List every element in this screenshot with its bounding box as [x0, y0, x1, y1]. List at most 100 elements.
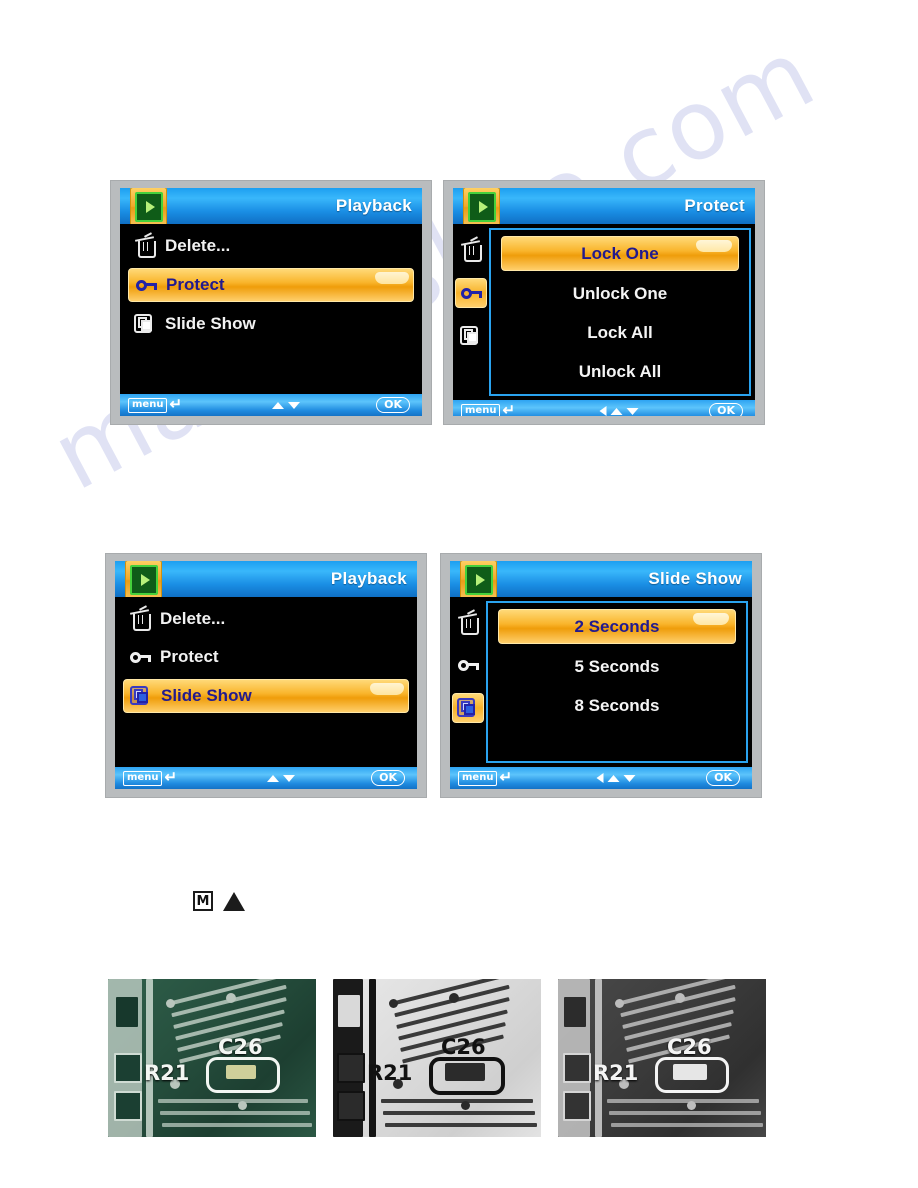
menu-list: Delete... Protect Slide Show — [120, 224, 422, 340]
option-label: Lock One — [581, 243, 659, 263]
mode-button-icon: M — [193, 891, 213, 911]
lcd-screen-playback-protect: Playback Delete... Protect Slide Show me… — [110, 180, 432, 425]
option-list: 2 Seconds 5 Seconds 8 Seconds — [486, 601, 748, 763]
bottom-nav-bar: menu ↵ OK — [115, 767, 417, 789]
bottom-nav-bar: menu ↵ OK — [120, 394, 422, 416]
return-arrow-icon: ↵ — [164, 769, 178, 786]
capacitor-body — [226, 1065, 256, 1079]
option-lock-all[interactable]: Lock All — [501, 316, 739, 349]
menu-body: Lock One Unlock One Lock All Unlock All — [453, 224, 755, 400]
sidebar-item-slide-show[interactable] — [452, 693, 484, 723]
option-2-seconds[interactable]: 2 Seconds — [498, 609, 736, 644]
page-title: Playback — [330, 569, 407, 588]
capacitor-body — [673, 1064, 707, 1080]
ok-button[interactable]: OK — [706, 770, 740, 786]
down-arrow-icon[interactable] — [288, 401, 301, 409]
slideshow-icon — [134, 312, 156, 336]
sidebar-item-delete[interactable] — [453, 609, 483, 637]
menu-body: Delete... Protect Slide Show — [115, 597, 417, 767]
menu-item-label: Protect — [160, 647, 219, 666]
sidebar-item-slide-show[interactable] — [456, 322, 486, 350]
capacitor-body — [445, 1063, 485, 1081]
ok-button[interactable]: OK — [376, 397, 410, 413]
down-arrow-icon[interactable] — [626, 407, 639, 415]
slideshow-icon — [130, 684, 152, 708]
menu-button[interactable]: menu — [458, 770, 498, 786]
dpad-hint — [596, 773, 636, 783]
lcd-screen-playback-slideshow: Playback Delete... Protect Slide Show me… — [105, 553, 427, 798]
menu-button[interactable]: menu — [123, 770, 163, 786]
pcb-image: R21 C26 — [108, 979, 316, 1137]
page-title: Protect — [684, 196, 745, 215]
bottom-nav-bar: menu ↵ OK — [453, 400, 755, 416]
option-label: 2 Seconds — [574, 616, 660, 636]
up-arrow-icon[interactable] — [607, 774, 620, 782]
pcb-label-capacitor: C26 — [441, 1035, 486, 1059]
menu-item-protect[interactable]: Protect — [123, 641, 409, 673]
slideshow-icon — [457, 696, 479, 720]
option-label: Lock All — [587, 322, 653, 342]
sidebar-item-protect[interactable] — [455, 278, 487, 308]
sidebar — [453, 224, 489, 400]
dpad-hint — [272, 401, 301, 409]
pcb-image: R21 C26 — [333, 979, 541, 1137]
menu-item-slide-show[interactable]: Slide Show — [123, 679, 409, 713]
ok-button[interactable]: OK — [371, 770, 405, 786]
title-bar: Slide Show — [450, 561, 752, 600]
option-unlock-one[interactable]: Unlock One — [501, 277, 739, 310]
option-8-seconds[interactable]: 8 Seconds — [498, 689, 736, 722]
dpad-hint — [599, 406, 639, 416]
lcd-screen-protect-options: Protect Lock One Unlock One Lock All Unl… — [443, 180, 765, 425]
option-unlock-all[interactable]: Unlock All — [501, 355, 739, 388]
option-label: Unlock One — [572, 283, 668, 303]
sidebar — [450, 597, 486, 767]
down-arrow-icon[interactable] — [623, 774, 636, 782]
menu-item-protect[interactable]: Protect — [128, 268, 414, 302]
menu-item-label: Slide Show — [165, 314, 256, 333]
menu-button[interactable]: menu — [128, 397, 168, 413]
up-arrow-icon[interactable] — [272, 401, 285, 409]
trash-icon — [129, 605, 151, 631]
menu-button[interactable]: menu — [461, 403, 501, 416]
page-title: Slide Show — [648, 569, 742, 588]
option-5-seconds[interactable]: 5 Seconds — [498, 650, 736, 683]
menu-item-label: Slide Show — [161, 686, 252, 705]
menu-item-slide-show[interactable]: Slide Show — [128, 308, 414, 340]
pcb-image: R21 C26 — [558, 979, 766, 1137]
slideshow-icon — [460, 324, 482, 348]
pcb-photo-grayscale: R21 C26 — [558, 979, 766, 1137]
key-icon — [129, 645, 151, 669]
option-label: 8 Seconds — [574, 695, 660, 715]
menu-body: 2 Seconds 5 Seconds 8 Seconds — [450, 597, 752, 767]
playback-icon — [460, 561, 497, 600]
pcb-photo-inverted: R21 C26 — [333, 979, 541, 1137]
key-icon — [460, 281, 482, 305]
return-arrow-icon: ↵ — [502, 402, 516, 416]
bottom-nav-bar: menu ↵ OK — [450, 767, 752, 789]
menu-body: Delete... Protect Slide Show — [120, 224, 422, 394]
camera-button-hint-row: M — [193, 891, 245, 911]
menu-item-delete[interactable]: Delete... — [123, 603, 409, 635]
option-list: Lock One Unlock One Lock All Unlock All — [489, 228, 751, 396]
pcb-photo-color: R21 C26 — [108, 979, 316, 1137]
dpad-hint — [267, 774, 296, 782]
return-arrow-icon: ↵ — [499, 769, 513, 786]
title-bar: Playback — [115, 561, 417, 600]
up-triangle-icon — [223, 891, 245, 911]
playback-icon — [463, 188, 500, 227]
playback-icon — [130, 188, 167, 227]
title-bar: Playback — [120, 188, 422, 227]
sidebar-item-delete[interactable] — [456, 236, 486, 264]
menu-item-delete[interactable]: Delete... — [128, 230, 414, 262]
left-arrow-icon[interactable] — [599, 406, 607, 416]
up-arrow-icon[interactable] — [610, 407, 623, 415]
down-arrow-icon[interactable] — [283, 774, 296, 782]
up-arrow-icon[interactable] — [267, 774, 280, 782]
option-lock-one[interactable]: Lock One — [501, 236, 739, 271]
sidebar-item-protect[interactable] — [453, 651, 483, 679]
option-label: Unlock All — [578, 361, 662, 381]
left-arrow-icon[interactable] — [596, 773, 604, 783]
menu-list: Delete... Protect Slide Show — [115, 597, 417, 713]
lcd-screen-slideshow-options: Slide Show 2 Seconds 5 Seconds 8 Seconds… — [440, 553, 762, 798]
ok-button[interactable]: OK — [709, 403, 743, 416]
